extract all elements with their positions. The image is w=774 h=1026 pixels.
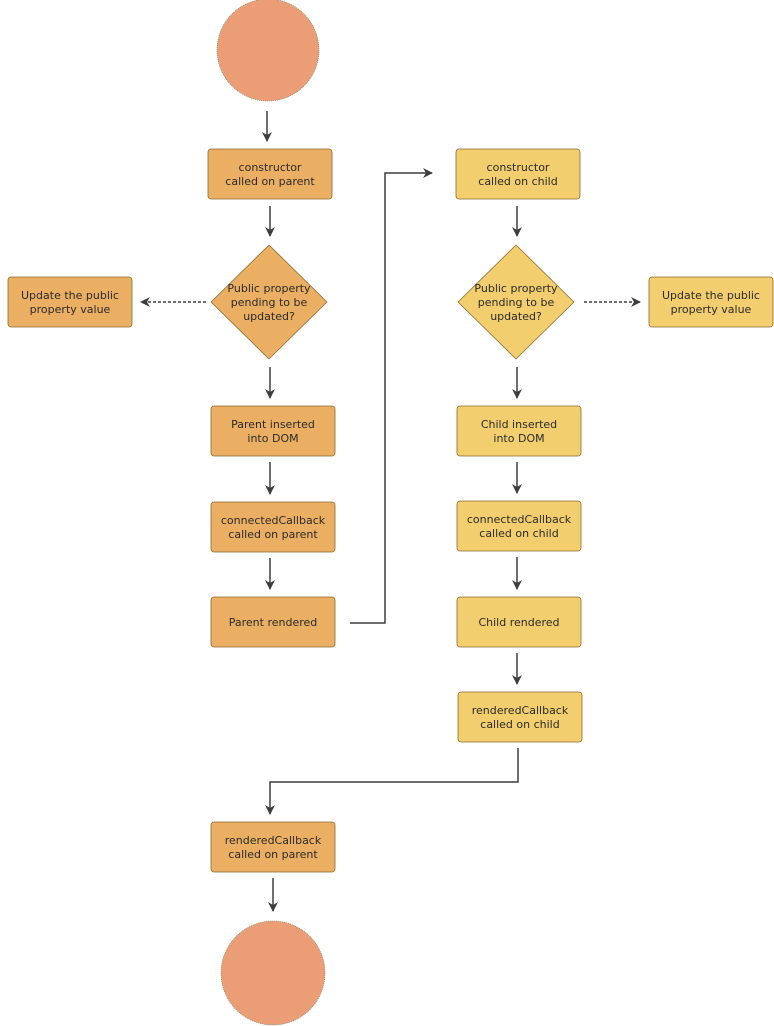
node-label-line: connectedCallback [221, 514, 326, 527]
node-label-line: into DOM [247, 432, 298, 445]
rect-shape [210, 405, 336, 457]
node-label-line: called on parent [225, 175, 315, 188]
node-decision-child: Public propertypending to beupdated? [457, 244, 575, 360]
rect-shape [207, 148, 333, 200]
node-label-line: called on parent [228, 528, 318, 541]
node-label-line: Update the public [662, 289, 760, 302]
node-child-rendered: Child rendered [456, 596, 582, 648]
node-decision-parent: Public propertypending to beupdated? [210, 244, 328, 360]
node-label-line: constructor [239, 161, 302, 174]
node-label-line: Child rendered [478, 616, 559, 629]
rect-shape [210, 821, 336, 873]
node-parent-rendered: Parent rendered [210, 596, 336, 648]
rect-shape [210, 501, 336, 553]
lifecycle-flowchart: constructorcalled on parentPublic proper… [7, 0, 774, 1026]
node-label-line: updated? [490, 310, 542, 323]
node-constructor-parent: constructorcalled on parent [207, 148, 333, 200]
node-label-line: pending to be [231, 296, 308, 309]
node-label-line: Public property [474, 282, 558, 295]
node-label-line: called on child [479, 527, 558, 540]
node-rendered-cb-parent: renderedCallbackcalled on parent [210, 821, 336, 873]
circle-shape [220, 920, 326, 1026]
edge-rendered-cb-child-to-rendered-cb-parent [265, 748, 519, 815]
node-label-line: called on parent [228, 848, 318, 861]
node-label-line: property value [30, 303, 111, 316]
node-label-line: pending to be [478, 296, 555, 309]
circle-shape [216, 0, 320, 102]
node-label-line: renderedCallback [225, 834, 322, 847]
node-end [220, 920, 326, 1026]
nodes: constructorcalled on parentPublic proper… [7, 0, 774, 1026]
node-label-line: Parent rendered [229, 616, 318, 629]
node-label-line: called on child [478, 175, 557, 188]
edge-parent-rendered-to-constructor-child [350, 168, 433, 624]
rect-shape [456, 405, 582, 457]
rect-shape [455, 148, 581, 200]
node-update-parent: Update the publicproperty value [7, 276, 133, 328]
node-start [216, 0, 320, 102]
node-label-line: updated? [243, 310, 295, 323]
rect-shape [457, 691, 583, 743]
node-connected-parent: connectedCallbackcalled on parent [210, 501, 336, 553]
node-label-line: constructor [487, 161, 550, 174]
node-parent-inserted: Parent insertedinto DOM [210, 405, 336, 457]
node-connected-child: connectedCallbackcalled on child [456, 500, 582, 552]
node-label-line: Update the public [21, 289, 119, 302]
node-label-line: connectedCallback [467, 513, 572, 526]
node-label-line: into DOM [493, 432, 544, 445]
rect-shape [7, 276, 133, 328]
node-label-line: Public property [227, 282, 311, 295]
node-constructor-child: constructorcalled on child [455, 148, 581, 200]
node-label-line: renderedCallback [472, 704, 569, 717]
node-label-line: Child inserted [481, 418, 557, 431]
node-update-child: Update the publicproperty value [648, 276, 774, 328]
node-label-line: Parent inserted [231, 418, 315, 431]
node-rendered-cb-child: renderedCallbackcalled on child [457, 691, 583, 743]
node-label-line: called on child [480, 718, 559, 731]
rect-shape [648, 276, 774, 328]
node-child-inserted: Child insertedinto DOM [456, 405, 582, 457]
rect-shape [456, 500, 582, 552]
node-label-line: property value [671, 303, 752, 316]
